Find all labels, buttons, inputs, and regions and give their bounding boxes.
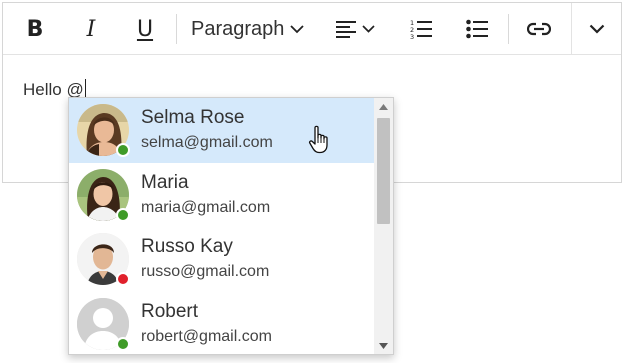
online-status-indicator	[116, 207, 130, 222]
ordered-list-button[interactable]: 1 2 3	[403, 3, 439, 55]
mention-name: Maria	[141, 171, 189, 193]
underline-button[interactable]: U	[127, 3, 163, 55]
more-options-button[interactable]	[573, 3, 621, 55]
bold-button[interactable]: B	[17, 3, 53, 55]
vertical-scrollbar[interactable]	[374, 98, 393, 354]
mention-item[interactable]: Robert robert@gmail.com	[69, 292, 374, 355]
ordered-list-icon: 1 2 3	[410, 19, 432, 39]
triangle-down-icon	[379, 342, 388, 349]
mention-name: Robert	[141, 300, 199, 322]
paragraph-format-dropdown[interactable]: Paragraph	[187, 3, 311, 55]
mention-email: robert@gmail.com	[141, 327, 272, 345]
align-left-icon	[335, 21, 356, 38]
avatar	[77, 104, 130, 157]
chevron-down-icon	[290, 24, 305, 33]
unordered-list-icon	[466, 19, 488, 39]
chevron-down-icon	[589, 24, 605, 34]
unordered-list-button[interactable]	[459, 3, 495, 55]
triangle-up-icon	[379, 103, 388, 110]
link-icon	[527, 22, 551, 36]
insert-link-button[interactable]	[519, 3, 559, 55]
avatar	[77, 168, 130, 222]
mention-name: Russo Kay	[141, 236, 233, 257]
chevron-down-icon	[361, 25, 375, 33]
alignment-dropdown[interactable]	[327, 3, 383, 55]
editor-toolbar: B I U Paragraph 1 2 3	[3, 3, 621, 55]
hand-pointer-icon	[308, 125, 328, 154]
text-caret	[84, 79, 86, 99]
mention-item[interactable]: Maria maria@gmail.com	[69, 163, 374, 228]
mention-email: russo@gmail.com	[141, 263, 270, 280]
mention-name: Selma Rose	[141, 107, 245, 128]
italic-button[interactable]: I	[73, 3, 109, 55]
paragraph-format-label: Paragraph	[191, 17, 285, 40]
mention-item[interactable]: Russo Kay russo@gmail.com	[69, 227, 374, 292]
scrollbar-thumb[interactable]	[377, 118, 390, 224]
busy-status-indicator	[116, 272, 130, 286]
online-status-indicator	[116, 336, 130, 351]
scroll-down-arrow[interactable]	[374, 337, 393, 354]
toolbar-separator	[176, 14, 177, 44]
avatar	[77, 233, 130, 286]
mention-email: selma@gmail.com	[141, 134, 273, 151]
mention-suggestions-popup: Selma Rose selma@gmail.com Maria maria@g…	[68, 97, 394, 355]
svg-text:3: 3	[410, 33, 414, 39]
toolbar-separator	[508, 14, 509, 44]
scroll-up-arrow[interactable]	[374, 98, 393, 115]
online-status-indicator	[116, 143, 130, 157]
avatar	[77, 297, 130, 351]
toolbar-separator	[571, 3, 572, 55]
mention-email: maria@gmail.com	[141, 198, 271, 216]
